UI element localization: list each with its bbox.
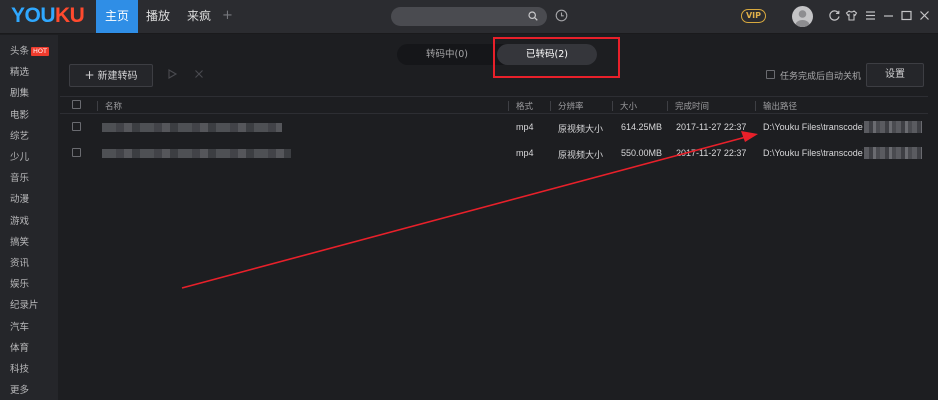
sidebar-item-label: 头条 xyxy=(10,46,30,57)
cell-format: mp4 xyxy=(516,122,534,132)
cell-size: 614.25MB xyxy=(621,122,663,132)
nav-tab-play[interactable]: 播放 xyxy=(138,0,178,33)
select-all-checkbox[interactable] xyxy=(72,100,81,109)
cell-finish-time: 2017-11-27 22:37 xyxy=(676,148,747,158)
sidebar-item-sports[interactable]: 体育 xyxy=(10,340,29,354)
tab-transcoding[interactable]: 转码中(0) xyxy=(397,44,497,65)
tab-transcoded[interactable]: 已转码(2) xyxy=(497,44,597,65)
sidebar-item-entertainment[interactable]: 娱乐 xyxy=(10,276,29,290)
table-row[interactable]: mp4 原视频大小 614.25MB 2017-11-27 22:37 D:\Y… xyxy=(60,115,928,141)
hot-badge: HOT xyxy=(31,47,49,56)
cell-output-path: D:\Youku Files\transcode\ xyxy=(763,148,863,158)
sidebar-item-series[interactable]: 剧集 xyxy=(10,85,29,99)
column-separator xyxy=(550,101,551,111)
settings-button[interactable]: 设置 xyxy=(866,63,924,87)
blurred-file-name xyxy=(102,149,291,158)
sidebar-item-news[interactable]: 资讯 xyxy=(10,255,29,269)
column-separator xyxy=(97,101,98,111)
maximize-icon[interactable] xyxy=(900,9,913,22)
sidebar-item-kids[interactable]: 少儿 xyxy=(10,149,29,163)
play-icon[interactable] xyxy=(166,68,178,80)
sidebar-item-auto[interactable]: 汽车 xyxy=(10,319,29,333)
logo-text-you: YOU xyxy=(11,4,56,27)
transcode-status-switch: 转码中(0) 已转码(2) xyxy=(397,44,597,65)
title-bar: YOUKU 主页 播放 来疯 + VIP xyxy=(0,0,938,34)
skin-shirt-icon[interactable] xyxy=(845,9,858,22)
column-separator xyxy=(612,101,613,111)
sidebar-item-anime[interactable]: 动漫 xyxy=(10,191,29,205)
new-transcode-button[interactable]: + 新建转码 xyxy=(69,64,153,87)
blurred-path-tail xyxy=(864,121,922,133)
column-header-name[interactable]: 名称 xyxy=(105,100,122,112)
blurred-path-tail xyxy=(864,147,922,159)
menu-icon[interactable] xyxy=(864,9,877,22)
sidebar-item-tech[interactable]: 科技 xyxy=(10,361,29,375)
refresh-icon[interactable] xyxy=(828,9,841,22)
row-checkbox[interactable] xyxy=(72,122,81,131)
column-separator xyxy=(508,101,509,111)
minimize-icon[interactable] xyxy=(882,9,895,22)
plus-icon: + xyxy=(84,68,95,82)
delete-x-icon[interactable] xyxy=(193,68,205,80)
row-checkbox[interactable] xyxy=(72,148,81,157)
column-header-resolution[interactable]: 分辨率 xyxy=(558,100,584,112)
new-transcode-label: 新建转码 xyxy=(97,71,138,82)
cell-finish-time: 2017-11-27 22:37 xyxy=(676,122,747,132)
search-icon[interactable] xyxy=(528,11,538,21)
column-header-finish-time[interactable]: 完成时间 xyxy=(675,100,709,112)
history-clock-icon[interactable] xyxy=(555,9,568,22)
sidebar-item-music[interactable]: 音乐 xyxy=(10,170,29,184)
sidebar-item-variety[interactable]: 综艺 xyxy=(10,128,29,142)
nav-tab-home[interactable]: 主页 xyxy=(96,0,138,33)
table-row[interactable]: mp4 原视频大小 550.00MB 2017-11-27 22:37 D:\Y… xyxy=(60,141,928,167)
close-icon[interactable] xyxy=(918,9,931,22)
column-header-size[interactable]: 大小 xyxy=(620,100,637,112)
column-separator xyxy=(755,101,756,111)
sidebar-item-featured[interactable]: 精选 xyxy=(10,64,29,78)
channel-sidebar: 头条 HOT 精选 剧集 电影 综艺 少儿 音乐 动漫 游戏 搞笑 资讯 娱乐 纪… xyxy=(0,35,58,400)
youku-logo[interactable]: YOUKU xyxy=(11,4,85,28)
cell-size: 550.00MB xyxy=(621,148,663,158)
logo-text-ku: KU xyxy=(55,4,85,27)
column-header-output-path[interactable]: 输出路径 xyxy=(763,100,797,112)
cell-resolution: 原视频大小 xyxy=(558,150,604,160)
search-input[interactable] xyxy=(391,7,547,26)
auto-shutdown-label: 任务完成后自动关机 xyxy=(780,72,862,82)
youku-app-window: YOUKU 主页 播放 来疯 + VIP 头条 HOT 精选 剧集 电影 综艺 … xyxy=(0,0,938,400)
table-header: 名称 格式 分辨率 大小 完成时间 输出路径 xyxy=(60,96,928,114)
auto-shutdown-checkbox[interactable] xyxy=(766,70,775,79)
cell-output-path: D:\Youku Files\transcode\ xyxy=(763,122,863,132)
blurred-file-name xyxy=(102,123,282,132)
sidebar-item-movies[interactable]: 电影 xyxy=(10,107,29,121)
vip-badge[interactable]: VIP xyxy=(741,9,766,23)
column-separator xyxy=(667,101,668,111)
nav-tab-laifeng[interactable]: 来疯 xyxy=(178,0,220,33)
sidebar-item-headlines[interactable]: 头条 HOT xyxy=(10,43,49,57)
column-header-format[interactable]: 格式 xyxy=(516,100,533,112)
cell-resolution: 原视频大小 xyxy=(558,124,604,134)
sidebar-item-games[interactable]: 游戏 xyxy=(10,213,29,227)
sidebar-item-more[interactable]: 更多 xyxy=(10,382,29,396)
user-silhouette-icon xyxy=(795,10,810,27)
add-tab-icon[interactable]: + xyxy=(222,8,233,23)
sidebar-item-documentary[interactable]: 纪录片 xyxy=(10,297,39,311)
user-avatar[interactable] xyxy=(792,6,813,27)
cell-format: mp4 xyxy=(516,148,534,158)
sidebar-item-funny[interactable]: 搞笑 xyxy=(10,234,29,248)
